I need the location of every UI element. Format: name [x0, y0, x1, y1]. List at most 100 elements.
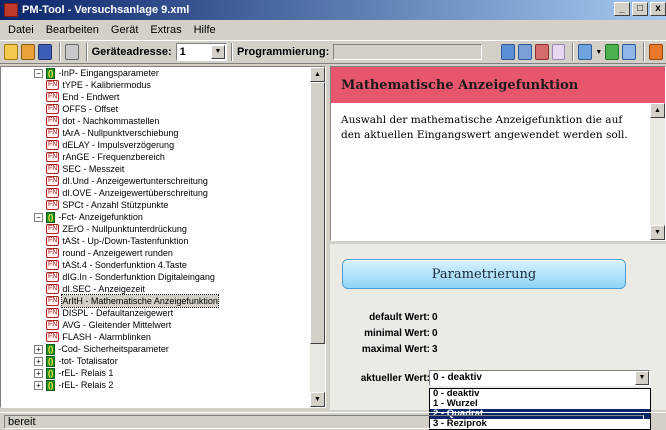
power-icon[interactable] — [649, 44, 663, 60]
tree-group[interactable]: +() -Cod- Sicherheitsparameter — [1, 343, 311, 355]
tree-scrollbar[interactable]: ▲ ▼ — [310, 67, 325, 407]
mail-icon[interactable] — [551, 44, 566, 60]
scroll-up-button[interactable]: ▲ — [310, 67, 325, 82]
device-address-select[interactable]: 1 ▼ — [175, 43, 227, 61]
tree-item[interactable]: FN dELAY - Impulsverzögerung — [1, 139, 311, 151]
current-value: 0 - deaktiv — [433, 372, 482, 383]
function-icon: FN — [46, 236, 60, 246]
tree-item-label: round - Anzeigewert runden — [62, 248, 173, 258]
function-icon: FN — [46, 128, 60, 138]
tree-item[interactable]: FN DISPL - Defaultanzeigewert — [1, 307, 311, 319]
open-folder-icon[interactable] — [4, 44, 18, 60]
current-value-select[interactable]: 0 - deaktiv ▼ — [429, 370, 650, 386]
minimize-button[interactable]: _ — [614, 2, 630, 16]
tree-item[interactable]: FN OFFS - Offset — [1, 103, 311, 115]
tree-group[interactable]: +() -rEL- Relais 1 — [1, 367, 311, 379]
tree-item-label: dI.Und - Anzeigewertunterschreitung — [62, 176, 208, 186]
menu-bearbeiten[interactable]: Bearbeiten — [40, 24, 105, 36]
tree-group[interactable]: +() -rEL- Relais 2 — [1, 379, 311, 391]
view-icon[interactable] — [578, 44, 593, 60]
tree-item[interactable]: FN tYPE - Kalibriermodus — [1, 79, 311, 91]
max-value-label: maximal Wert: — [361, 344, 430, 355]
function-icon: FN — [46, 308, 60, 318]
upload-icon[interactable] — [605, 44, 620, 60]
function-icon: FN — [46, 284, 60, 294]
save-icon[interactable] — [37, 44, 52, 60]
group-icon: () — [46, 367, 56, 379]
tree-item-label: ZErO - Nullpunktunterdrückung — [62, 224, 187, 234]
tree-item[interactable]: FN tASt.4 - Sonderfunktion 4.Taste — [1, 259, 311, 271]
tree-item-label: dI.SEC - Anzeigezeit — [62, 284, 145, 294]
tree-item[interactable]: FN SEC - Messzeit — [1, 163, 311, 175]
scroll-up-button[interactable]: ▲ — [650, 103, 665, 118]
tree-item-label: -Fct- Anzeigefunktion — [58, 212, 143, 222]
tree-item[interactable]: FN dI.SEC - Anzeigezeit — [1, 283, 311, 295]
tree-item-label: OFFS - Offset — [62, 104, 119, 114]
tree-item-label: rAnGE - Frequenzbereich — [62, 152, 165, 162]
toolbar-separator — [572, 43, 575, 61]
group-icon: () — [46, 343, 56, 355]
tree-item[interactable]: FN AVG - Gleitender Mittelwert — [1, 319, 311, 331]
menu-bar: Datei Bearbeiten Gerät Extras Hilfe — [0, 20, 666, 39]
tree-item-label: tArA - Nullpunktverschiebung — [62, 128, 179, 138]
tree-item[interactable]: FN dot - Nachkommastellen — [1, 115, 311, 127]
tree-group[interactable]: −() -Fct- Anzeigefunktion — [1, 211, 311, 223]
parameter-tree[interactable]: −() -InP- Eingangsparameter FN tYPE - Kalib… — [0, 66, 326, 408]
tree-item[interactable]: FN FLASH - Alarmblinken — [1, 331, 311, 343]
device-read-icon[interactable] — [500, 44, 515, 60]
tree-rows: −() -InP- Eingangsparameter FN tYPE - Kalib… — [1, 67, 311, 391]
tree-group[interactable]: −() -InP- Eingangsparameter — [1, 67, 311, 79]
default-value: 0 — [432, 312, 438, 323]
tree-group[interactable]: +() -tot- Totalisator — [1, 355, 311, 367]
tree-item-label: -InP- Eingangsparameter — [58, 68, 159, 78]
menu-geraet[interactable]: Gerät — [105, 24, 145, 36]
device-write-icon[interactable] — [517, 44, 532, 60]
menu-extras[interactable]: Extras — [144, 24, 187, 36]
app-icon — [4, 3, 18, 17]
status-bar: bereit — [0, 412, 666, 430]
tree-item[interactable]: FN End - Endwert — [1, 91, 311, 103]
function-icon: FN — [46, 272, 60, 282]
maximize-button[interactable]: □ — [632, 2, 648, 16]
expand-icon[interactable]: + — [34, 344, 43, 354]
chevron-down-icon[interactable]: ▼ — [210, 45, 225, 59]
close-button[interactable]: x — [650, 2, 666, 16]
tree-item-label: FLASH - Alarmblinken — [62, 332, 151, 342]
title-bar: PM-Tool - Versuchsanlage 9.xml _ □ x — [0, 0, 666, 20]
chevron-down-icon[interactable]: ▼ — [595, 49, 602, 56]
menu-hilfe[interactable]: Hilfe — [188, 24, 222, 36]
print-icon[interactable] — [64, 44, 79, 60]
expand-icon[interactable]: + — [34, 356, 43, 366]
tree-item-label: ArItH - Mathematische Anzeigefunktion — [61, 294, 219, 308]
tree-item[interactable]: FN ZErO - Nullpunktunterdrückung — [1, 223, 311, 235]
scroll-thumb[interactable] — [310, 82, 325, 344]
open-file-icon[interactable] — [20, 44, 35, 60]
device-compare-icon[interactable] — [534, 44, 549, 60]
menu-datei[interactable]: Datei — [2, 24, 40, 36]
chevron-down-icon[interactable]: ▼ — [635, 371, 649, 385]
parametrierung-button[interactable]: Parametrierung — [342, 259, 626, 289]
tree-item[interactable]: FN tArA - Nullpunktverschiebung — [1, 127, 311, 139]
scroll-down-button[interactable]: ▼ — [310, 392, 325, 407]
tree-item[interactable]: FN SPCt - Anzahl Stützpunkte — [1, 199, 311, 211]
function-icon: FN — [46, 224, 60, 234]
tree-item[interactable]: FN tASt - Up-/Down-Tastenfunktion — [1, 235, 311, 247]
description-scrollbar[interactable]: ▲ ▼ — [650, 103, 665, 240]
tree-item[interactable]: FN dI.OVE - Anzeigewertüberschreitung — [1, 187, 311, 199]
scroll-down-button[interactable]: ▼ — [650, 225, 665, 240]
tree-item-label: SEC - Messzeit — [62, 164, 125, 174]
tree-item[interactable]: FN dIG.In - Sonderfunktion Digitaleingang — [1, 271, 311, 283]
tree-item[interactable]: FN dI.Und - Anzeigewertunterschreitung — [1, 175, 311, 187]
expand-icon[interactable]: + — [34, 380, 43, 390]
status-text: bereit — [4, 414, 644, 429]
function-icon: FN — [46, 200, 60, 210]
expand-icon[interactable]: + — [34, 368, 43, 378]
collapse-icon[interactable]: − — [34, 68, 43, 78]
group-icon: () — [46, 67, 56, 79]
tree-item[interactable]: FN round - Anzeigewert runden — [1, 247, 311, 259]
table-icon[interactable] — [622, 44, 637, 60]
tree-item[interactable]: FN ArItH - Mathematische Anzeigefunktion — [1, 294, 311, 308]
tree-item-label: SPCt - Anzahl Stützpunkte — [62, 200, 169, 210]
collapse-icon[interactable]: − — [34, 212, 43, 222]
tree-item[interactable]: FN rAnGE - Frequenzbereich — [1, 151, 311, 163]
